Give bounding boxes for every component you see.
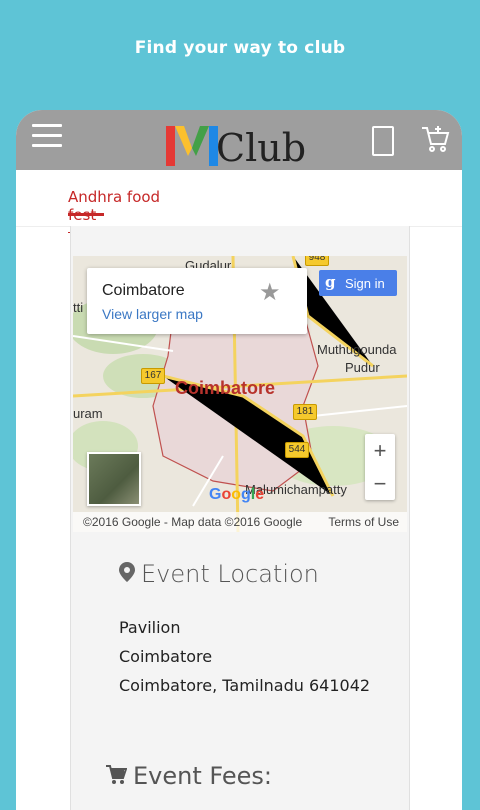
- map-label-muthugounda: Muthugounda: [317, 342, 397, 357]
- menu-icon[interactable]: [32, 124, 62, 147]
- promo-caption: Find your way to club: [134, 38, 346, 58]
- route-badge-181: 181: [293, 404, 317, 420]
- map-info-card: Coimbatore View larger map ★: [87, 268, 307, 334]
- event-content: Gudalur Muthugounda Pudur uram tti Malum…: [70, 226, 410, 810]
- mclub-logo[interactable]: Club: [166, 114, 316, 170]
- phone-frame: Club Andhra food fest: [16, 110, 462, 810]
- satellite-toggle[interactable]: [87, 452, 141, 506]
- route-badge-544: 544: [285, 442, 309, 458]
- map-label-tti: tti: [73, 300, 84, 315]
- info-card-title: Coimbatore: [102, 282, 185, 299]
- zoom-out-button[interactable]: −: [365, 467, 395, 500]
- address-line: Coimbatore: [119, 647, 213, 666]
- zoom-control: + −: [365, 434, 395, 500]
- logo-club-text: Club: [216, 126, 307, 170]
- zoom-in-button[interactable]: +: [365, 434, 395, 467]
- app-bar: Club: [16, 110, 462, 170]
- view-larger-map-link[interactable]: View larger map: [102, 306, 203, 322]
- terms-of-use-link[interactable]: Terms of Use: [328, 515, 399, 529]
- cart-icon[interactable]: [420, 124, 450, 159]
- route-badge-167: 167: [141, 368, 165, 384]
- star-icon[interactable]: ★: [259, 278, 281, 307]
- sign-in-button[interactable]: g Sign in: [319, 270, 397, 296]
- google-logo: Google: [209, 486, 265, 503]
- map-attribution: ©2016 Google - Map data ©2016 Google Ter…: [73, 512, 407, 532]
- google-g-icon: g: [325, 273, 336, 291]
- tab-strip: Andhra food fest: [16, 170, 462, 233]
- map-city-label: Coimbatore: [175, 378, 276, 398]
- phone-icon[interactable]: [372, 126, 394, 156]
- event-fees-heading: Event Fees:: [133, 762, 272, 790]
- location-pin-icon: [119, 562, 135, 587]
- tab-indicator: [68, 213, 104, 216]
- route-badge-948: 948: [305, 256, 329, 266]
- map-label-uram: uram: [73, 406, 103, 421]
- embedded-map[interactable]: Gudalur Muthugounda Pudur uram tti Malum…: [73, 256, 407, 532]
- address-line: Pavilion: [119, 618, 181, 637]
- address-line: Coimbatore, Tamilnadu 641042: [119, 676, 371, 695]
- sign-in-label: Sign in: [345, 276, 385, 291]
- event-location-heading: Event Location: [141, 560, 319, 588]
- logo-m: [166, 122, 218, 177]
- map-copyright: ©2016 Google - Map data ©2016 Google: [83, 515, 303, 529]
- map-label-pudur: Pudur: [345, 360, 380, 375]
- cart-icon-small: [105, 764, 128, 791]
